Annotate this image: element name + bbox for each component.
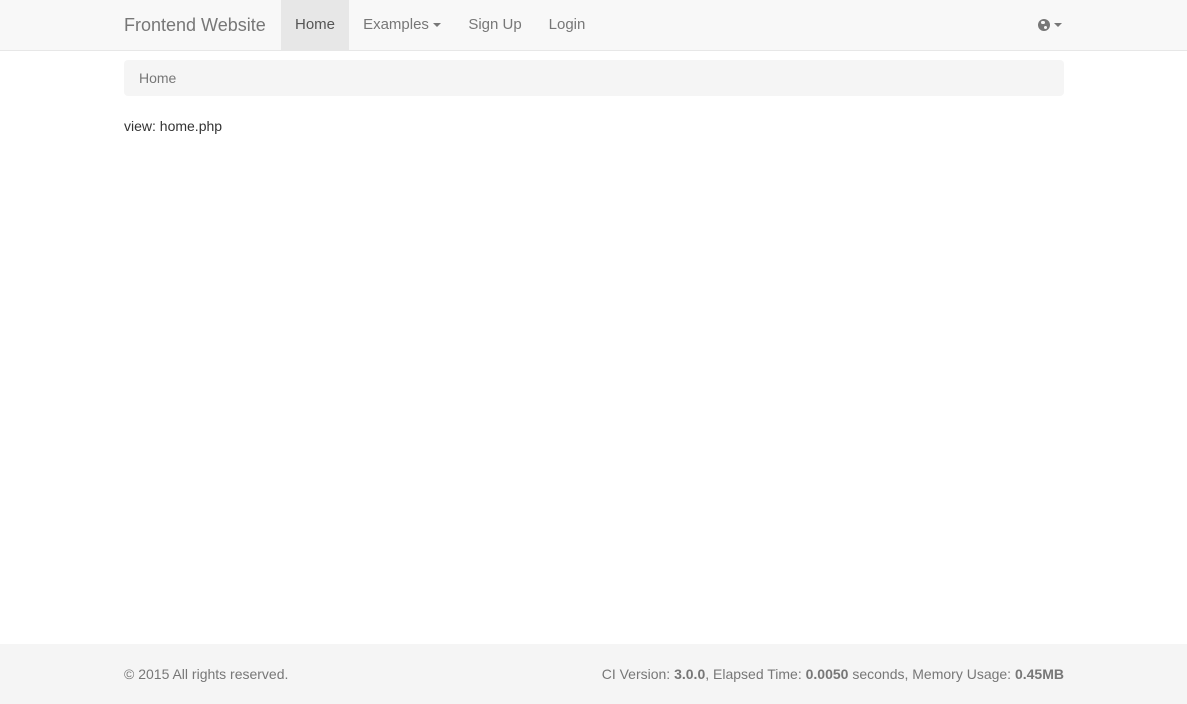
breadcrumb-item-home: Home (139, 70, 177, 86)
brand-link[interactable]: Frontend Website (124, 0, 266, 50)
footer: © 2015 All rights reserved. CI Version: … (0, 644, 1187, 704)
nav-item-sign-up-label: Sign Up (468, 16, 522, 33)
chevron-down-icon (432, 23, 441, 28)
ci-version-label: CI Version: (601, 666, 675, 682)
elapsed-time-value: 0.0050 (805, 666, 849, 682)
ci-version-value: 3.0.0 (674, 666, 706, 682)
nav-item-home[interactable]: Home (281, 0, 349, 50)
globe-icon (1038, 19, 1050, 32)
memory-usage-label: seconds, Memory Usage: (848, 666, 1015, 682)
main-content: view: home.php (124, 118, 223, 134)
nav-item-login-label: Login (548, 16, 586, 33)
nav-item-home-label: Home (294, 16, 335, 33)
elapsed-time-label: , Elapsed Time: (705, 666, 806, 682)
navbar: Frontend Website Home Examples Sign Up L… (0, 0, 1187, 51)
nav-item-examples[interactable]: Examples (349, 0, 455, 50)
footer-copyright: © 2015 All rights reserved. (124, 666, 289, 682)
nav-item-login[interactable]: Login (535, 0, 599, 50)
nav-item-examples-label: Examples (363, 16, 429, 33)
memory-usage-value: 0.45MB (1014, 666, 1064, 682)
footer-stats: CI Version: 3.0.0, Elapsed Time: 0.0050 … (602, 664, 1064, 684)
breadcrumb: Home (124, 60, 1064, 96)
language-dropdown[interactable] (1028, 0, 1072, 50)
nav-item-sign-up[interactable]: Sign Up (455, 0, 535, 50)
chevron-down-icon (1054, 23, 1062, 28)
